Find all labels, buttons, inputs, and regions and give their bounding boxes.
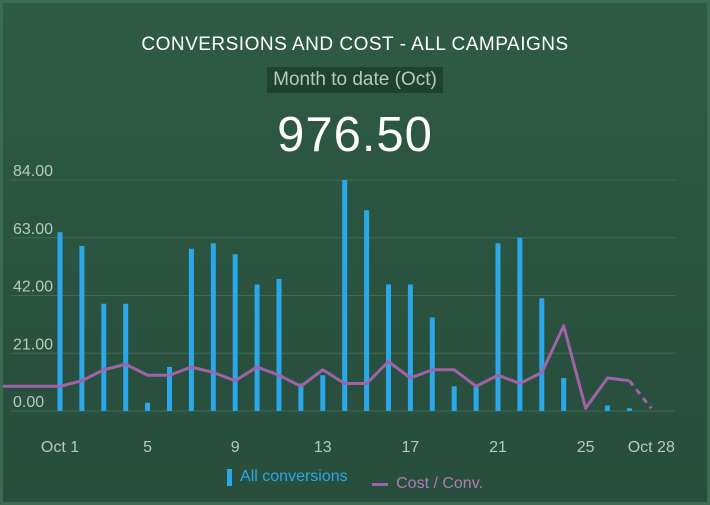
bar [605, 405, 610, 411]
bar-swatch-icon [227, 468, 233, 486]
cost-line [3, 324, 630, 410]
bar [210, 243, 216, 411]
x-tick-label: 13 [314, 439, 332, 456]
conversions-chart: 84.00 63.00 42.00 21.00 0.00 Oct 1 5 9 13 17 21 25… [3, 163, 675, 456]
bar [276, 279, 282, 411]
x-tick-label: 25 [577, 439, 595, 456]
x-axis-ticks: Oct 1 5 9 13 17 21 25 Oct 28 [41, 439, 675, 456]
y-tick-label: 21.00 [13, 336, 53, 353]
bar [342, 180, 348, 411]
bar [320, 375, 326, 411]
total-value: 976.50 [277, 108, 433, 162]
x-tick-label: 21 [489, 439, 507, 456]
legend-item-conversions[interactable]: All conversions [227, 468, 348, 486]
chart-legend: All conversions Cost / Conv. [3, 468, 707, 493]
line-layer [3, 324, 653, 410]
widget-title: CONVERSIONS AND COST - ALL CAMPAIGNS [141, 34, 569, 55]
legend-label-cost: Cost / Conv. [396, 475, 483, 492]
x-tick-label: Oct 28 [628, 439, 675, 456]
bar [561, 378, 567, 411]
bar [254, 284, 260, 411]
bar [539, 298, 545, 411]
legend-item-cost[interactable]: Cost / Conv. [372, 475, 483, 493]
bar [495, 243, 501, 411]
bar [188, 248, 194, 411]
bar [473, 386, 479, 411]
bar [145, 402, 151, 411]
date-range-label: Month to date (Oct) [267, 67, 443, 93]
bar [626, 408, 632, 411]
bar [451, 386, 457, 411]
bar [79, 246, 85, 411]
bar [407, 284, 413, 411]
x-tick-label: 9 [231, 439, 240, 456]
line-swatch-icon [372, 482, 389, 486]
cost-line-projected [628, 379, 653, 410]
x-tick-label: 5 [143, 439, 152, 456]
bar [386, 284, 391, 411]
bar [123, 303, 129, 411]
bar [57, 232, 63, 411]
y-tick-label: 42.00 [13, 279, 53, 296]
subtitle-wrap: Month to date (Oct) [3, 67, 707, 93]
bar [101, 303, 107, 411]
y-tick-label: 84.00 [13, 163, 53, 180]
y-axis-ticks: 84.00 63.00 42.00 21.00 0.00 [13, 163, 53, 411]
x-tick-label: Oct 1 [41, 439, 79, 456]
bar [429, 317, 435, 411]
bar [517, 237, 523, 411]
bar [232, 254, 238, 411]
legend-label-conversions: All conversions [240, 468, 348, 485]
y-tick-label: 63.00 [13, 221, 53, 238]
conversions-widget: CONVERSIONS AND COST - ALL CAMPAIGNS Mon… [0, 0, 710, 505]
y-tick-label: 0.00 [13, 394, 44, 411]
x-tick-label: 17 [402, 439, 420, 456]
